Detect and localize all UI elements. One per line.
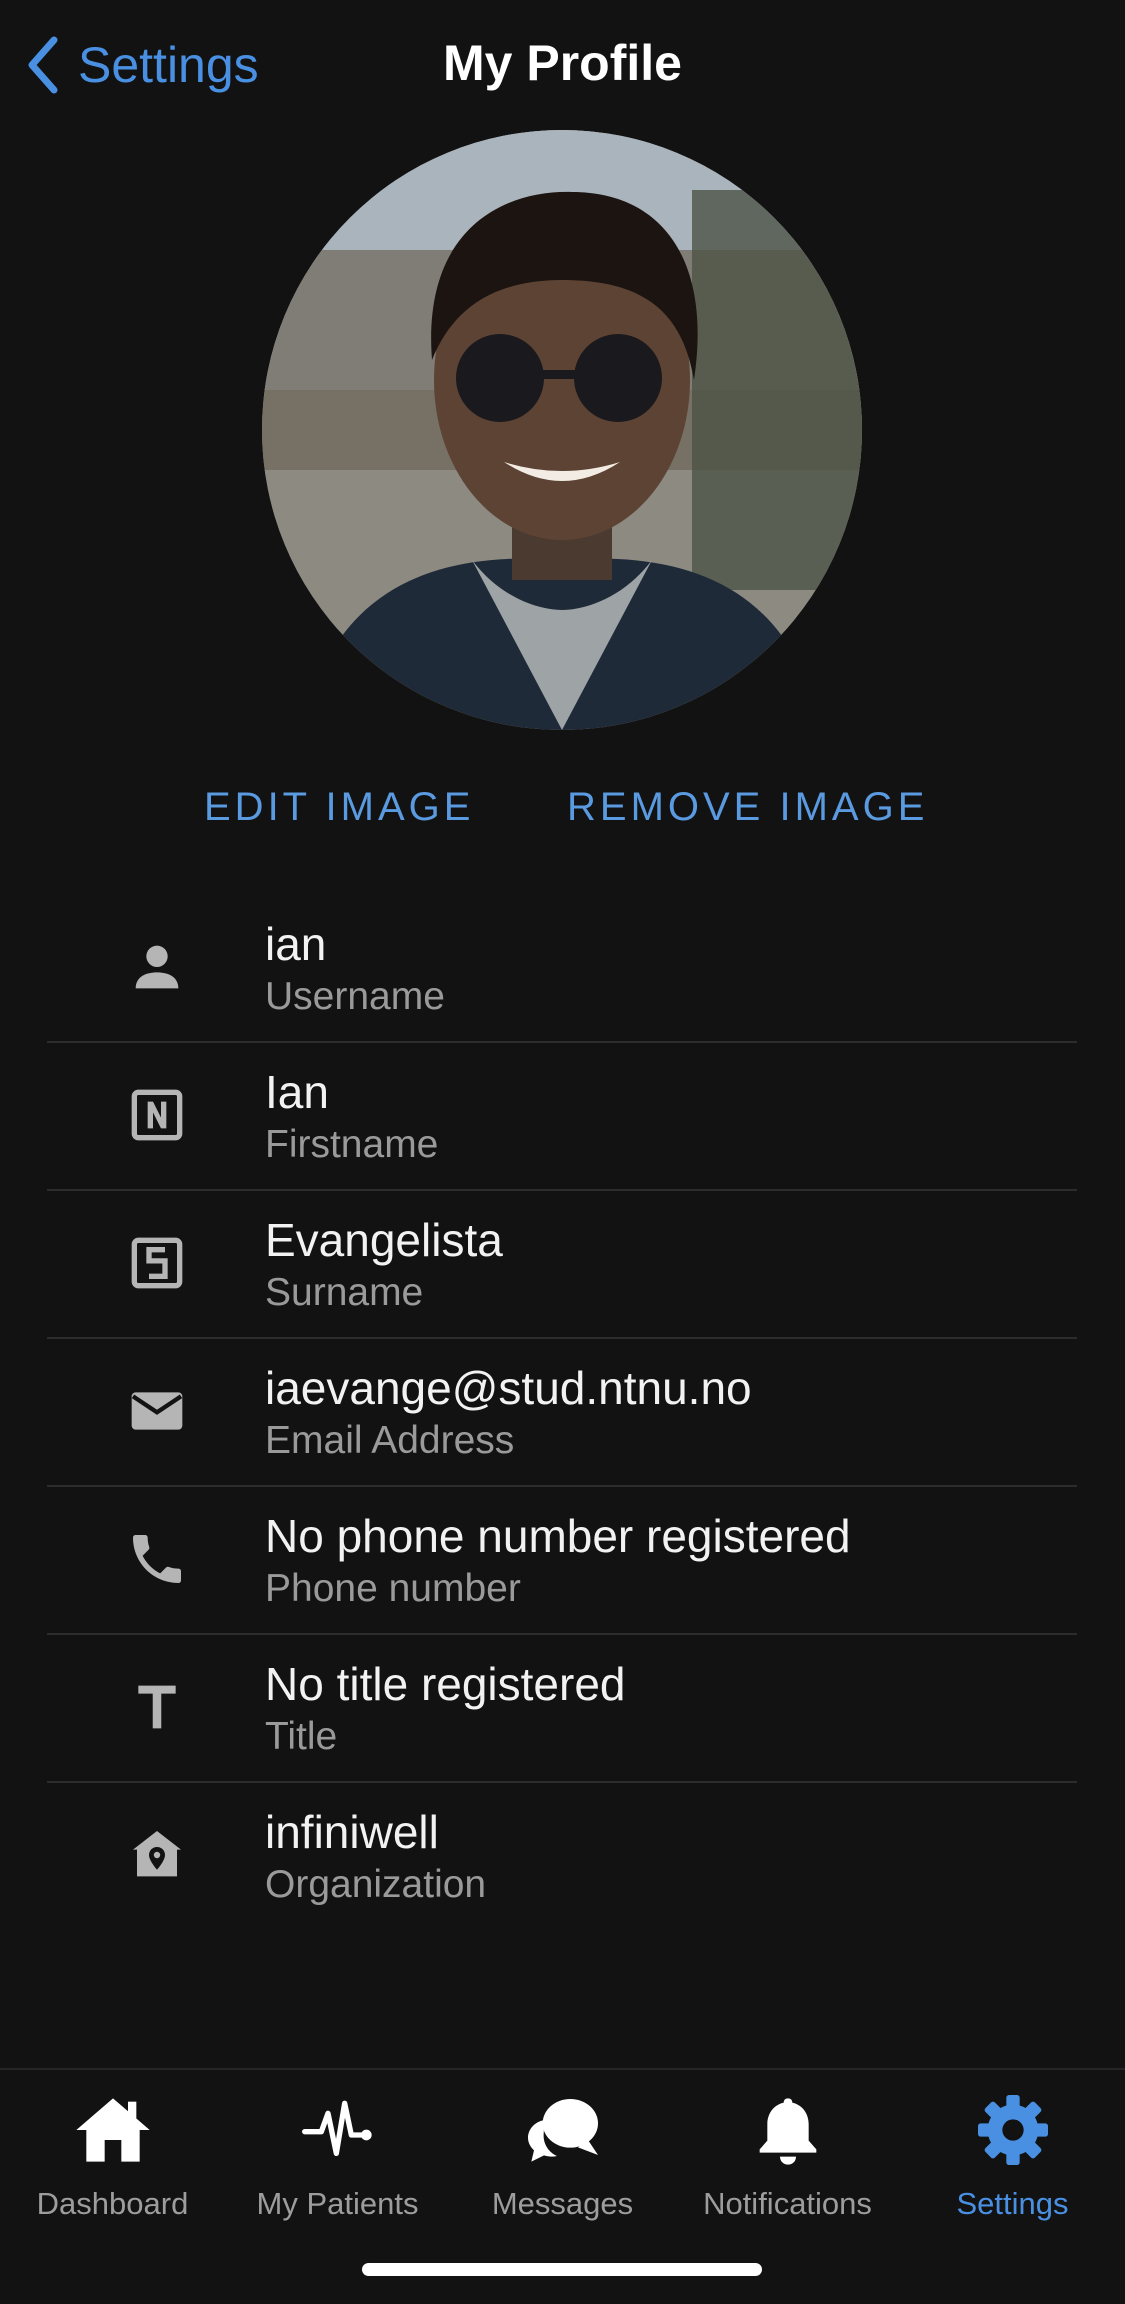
profile-row-phone: No phone number registered Phone number bbox=[47, 1487, 1077, 1635]
tab-notifications-label: Notifications bbox=[703, 2186, 872, 2221]
username-label: Username bbox=[265, 975, 445, 1018]
firstname-label: Firstname bbox=[265, 1123, 439, 1166]
tab-my-patients[interactable]: My Patients bbox=[225, 2090, 450, 2240]
tab-settings-label: Settings bbox=[956, 2186, 1069, 2221]
profile-row-firstname: Ian Firstname bbox=[47, 1043, 1077, 1191]
tab-settings[interactable]: Settings bbox=[900, 2090, 1125, 2240]
firstname-n-icon bbox=[131, 1089, 183, 1141]
profile-row-username: ian Username bbox=[47, 895, 1077, 1043]
username-value: ian bbox=[265, 918, 327, 970]
tab-messages[interactable]: Messages bbox=[450, 2090, 675, 2240]
profile-row-surname: Evangelista Surname bbox=[47, 1191, 1077, 1339]
phone-value: No phone number registered bbox=[265, 1510, 851, 1562]
tab-messages-label: Messages bbox=[491, 2186, 634, 2221]
title-t-icon bbox=[138, 1685, 176, 1729]
organization-value: infiniwell bbox=[265, 1806, 439, 1858]
heartbeat-icon bbox=[301, 2100, 372, 2156]
email-label: Email Address bbox=[265, 1419, 515, 1462]
tab-notifications[interactable]: Notifications bbox=[675, 2090, 900, 2240]
gear-icon bbox=[977, 2095, 1048, 2165]
profile-row-email: iaevange@stud.ntnu.no Email Address bbox=[47, 1339, 1077, 1487]
email-value: iaevange@stud.ntnu.no bbox=[265, 1362, 752, 1414]
bell-icon bbox=[759, 2098, 816, 2165]
title-label: Title bbox=[265, 1715, 338, 1758]
home-indicator bbox=[362, 2263, 762, 2276]
navigation-bar: Settings My Profile bbox=[0, 0, 1125, 130]
surname-label: Surname bbox=[265, 1271, 424, 1314]
profile-row-title: No title registered Title bbox=[47, 1635, 1077, 1783]
tab-dashboard[interactable]: Dashboard bbox=[0, 2090, 225, 2240]
organization-icon bbox=[133, 1831, 181, 1877]
edit-image-button[interactable]: EDIT IMAGE bbox=[204, 785, 474, 830]
image-actions: EDIT IMAGE REMOVE IMAGE bbox=[0, 785, 1125, 845]
firstname-value: Ian bbox=[265, 1066, 329, 1118]
home-icon bbox=[75, 2098, 150, 2162]
tab-dashboard-label: Dashboard bbox=[36, 2186, 189, 2221]
phone-icon bbox=[133, 1535, 181, 1583]
chat-bubbles-icon bbox=[527, 2099, 598, 2162]
tab-my-patients-label: My Patients bbox=[256, 2186, 419, 2221]
profile-avatar bbox=[262, 130, 862, 730]
person-icon bbox=[135, 945, 179, 989]
remove-image-button[interactable]: REMOVE IMAGE bbox=[567, 785, 928, 830]
phone-label: Phone number bbox=[265, 1567, 521, 1610]
profile-row-organization: infiniwell Organization bbox=[47, 1783, 1077, 1929]
surname-s-icon bbox=[131, 1237, 183, 1289]
surname-value: Evangelista bbox=[265, 1214, 503, 1266]
page-title: My Profile bbox=[443, 35, 682, 91]
title-value: No title registered bbox=[265, 1658, 626, 1710]
profile-info-list: ian Username Ian Firstname Evangelista S… bbox=[47, 895, 1077, 1929]
email-icon bbox=[131, 1392, 183, 1430]
organization-label: Organization bbox=[265, 1863, 487, 1906]
